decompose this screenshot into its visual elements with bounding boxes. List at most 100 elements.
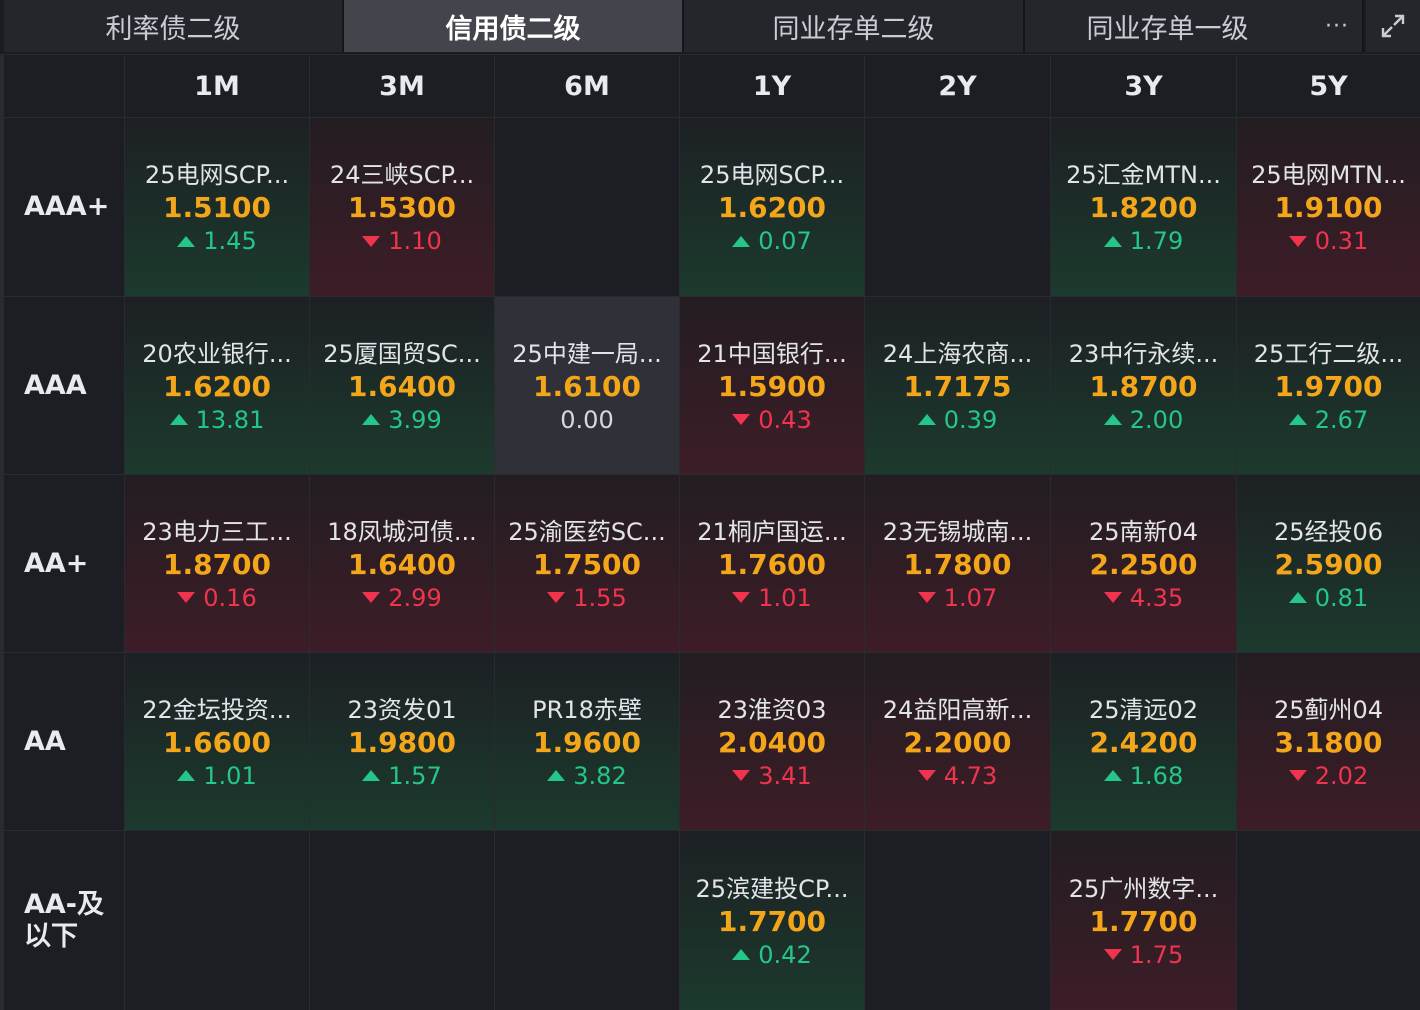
bond-cell[interactable]: PR18赤壁 1.9600 3.82 — [495, 653, 679, 830]
bond-name: 21桐庐国运... — [697, 517, 847, 546]
bond-yield: 2.4200 — [1089, 725, 1198, 759]
bond-cell[interactable]: 21桐庐国运... 1.7600 1.01 — [680, 475, 864, 652]
more-icon[interactable]: ··· — [1312, 0, 1362, 52]
bond-cell[interactable]: 25电网SCP... 1.5100 1.45 — [125, 118, 309, 296]
yield-change: 4.73 — [917, 760, 997, 792]
yield-change-value: 3.99 — [388, 405, 442, 434]
tab-ncd-secondary[interactable]: 同业存单二级 — [684, 0, 1025, 52]
bond-cell[interactable]: 25电网SCP... 1.6200 0.07 — [680, 118, 864, 296]
column-header-3y[interactable]: 3Y — [1051, 55, 1236, 117]
tab-rate-bond-secondary[interactable]: 利率债二级 — [4, 0, 344, 52]
bond-cell[interactable]: 25经投06 2.5900 0.81 — [1237, 475, 1420, 652]
yield-change: 2.00 — [1103, 404, 1183, 436]
empty-cell — [865, 118, 1050, 296]
bond-yield: 1.9100 — [1274, 191, 1383, 224]
bond-cell[interactable]: 25工行二级... 1.9700 2.67 — [1237, 297, 1420, 474]
yield-change-value: 0.07 — [758, 227, 812, 255]
column-header-5y[interactable]: 5Y — [1237, 55, 1420, 117]
bond-cell[interactable]: 25电网MTN... 1.9100 0.31 — [1237, 118, 1420, 296]
bond-name: PR18赤壁 — [532, 695, 642, 724]
bond-cell[interactable]: 25南新04 2.2500 4.35 — [1051, 475, 1236, 652]
row-header-rating: AA-及以下 — [4, 831, 124, 1010]
bond-cell[interactable]: 18凤城河债... 1.6400 2.99 — [310, 475, 494, 652]
bond-yield: 1.6200 — [162, 369, 272, 403]
bond-name: 25蓟州04 — [1273, 695, 1384, 724]
yield-change-value: 1.75 — [1129, 940, 1184, 969]
bond-cell[interactable]: 25滨建投CP... 1.7700 0.42 — [680, 831, 864, 1010]
yield-change: 0.16 — [177, 582, 257, 614]
expand-icon[interactable] — [1366, 0, 1420, 52]
bond-name: 25汇金MTN... — [1066, 161, 1221, 189]
bond-yield: 1.8700 — [162, 547, 272, 581]
bond-yield: 1.5300 — [347, 191, 457, 224]
triangle-down-icon — [1288, 770, 1307, 781]
bond-cell[interactable]: 21中国银行... 1.5900 0.43 — [680, 297, 864, 474]
bond-name: 23无锡城南... — [882, 517, 1033, 546]
bond-cell[interactable]: 25汇金MTN... 1.8200 1.79 — [1051, 118, 1236, 296]
bond-cell[interactable]: 23淮资03 2.0400 3.41 — [680, 653, 864, 830]
bond-cell[interactable]: 20农业银行... 1.6200 13.81 — [125, 297, 309, 474]
yield-change: 1.75 — [1103, 939, 1184, 971]
column-header-1m[interactable]: 1M — [125, 55, 309, 117]
bond-cell[interactable]: 25中建一局... 1.6100 0.00 — [495, 297, 679, 474]
bond-name: 18凤城河债... — [327, 517, 477, 546]
bond-cell[interactable]: 23电力三工... 1.8700 0.16 — [125, 475, 309, 652]
bond-cell[interactable]: 23资发01 1.9800 1.57 — [310, 653, 494, 830]
triangle-up-icon — [732, 235, 751, 247]
bond-name: 23电力三工... — [142, 517, 292, 546]
yield-change: 1.68 — [1103, 760, 1183, 792]
bond-yield: 3.1800 — [1274, 725, 1383, 759]
triangle-down-icon — [732, 592, 751, 603]
bond-name: 23淮资03 — [717, 695, 827, 724]
bond-name: 25中建一局... — [512, 339, 662, 368]
bond-cell[interactable]: 25厦国贸SC... 1.6400 3.99 — [310, 297, 494, 474]
triangle-down-icon — [732, 414, 751, 425]
empty-cell — [495, 831, 679, 1010]
tab-credit-bond-secondary[interactable]: 信用债二级 — [344, 0, 684, 52]
column-header-3m[interactable]: 3M — [310, 55, 494, 117]
yield-change: 0.43 — [732, 404, 812, 436]
yield-change: 1.10 — [362, 225, 442, 257]
bond-cell[interactable]: 24三峡SCP... 1.5300 1.10 — [310, 118, 494, 296]
bond-cell[interactable]: 23无锡城南... 1.7800 1.07 — [865, 475, 1050, 652]
empty-cell — [310, 831, 494, 1010]
bond-cell[interactable]: 25广州数字... 1.7700 1.75 — [1051, 831, 1236, 1010]
bond-cell[interactable]: 25清远02 2.4200 1.68 — [1051, 653, 1236, 830]
bond-cell[interactable]: 25蓟州04 3.1800 2.02 — [1237, 653, 1420, 830]
bond-cell[interactable]: 24益阳高新... 2.2000 4.73 — [865, 653, 1050, 830]
triangle-down-icon — [917, 592, 936, 603]
triangle-up-icon — [732, 949, 751, 960]
empty-cell — [1237, 831, 1420, 1010]
header-corner — [4, 55, 124, 117]
yield-grid: 1M 3M 6M 1Y 2Y 3Y 5Y AAA+ 25电网SCP... 1.5100 1.45 24… — [0, 54, 1420, 1010]
yield-change-value: 1.01 — [203, 761, 257, 790]
bond-yield: 1.7175 — [903, 369, 1012, 403]
bond-cell[interactable]: 22金坛投资... 1.6600 1.01 — [125, 653, 309, 830]
bond-name: 23资发01 — [347, 695, 457, 724]
yield-change-value: 0.43 — [758, 405, 812, 434]
yield-change-value: 3.82 — [573, 761, 627, 790]
yield-change: 1.01 — [732, 582, 812, 614]
bond-yield: 1.6400 — [347, 369, 457, 403]
bond-yield: 2.2000 — [903, 725, 1012, 759]
bond-cell[interactable]: 24上海农商... 1.7175 0.39 — [865, 297, 1050, 474]
yield-change-value: 1.79 — [1129, 227, 1184, 255]
bond-yield: 1.7600 — [717, 547, 827, 581]
bond-yield: 1.7800 — [903, 547, 1012, 581]
bond-yield: 1.9800 — [347, 725, 457, 759]
row-header-rating: AAA — [4, 297, 124, 474]
triangle-up-icon — [917, 414, 936, 425]
bond-cell[interactable]: 25渝医药SC... 1.7500 1.55 — [495, 475, 679, 652]
column-header-1y[interactable]: 1Y — [680, 55, 864, 117]
column-header-2y[interactable]: 2Y — [865, 55, 1050, 117]
bond-name: 25清远02 — [1088, 695, 1199, 724]
yield-change: 1.55 — [547, 582, 627, 614]
yield-change-value: 4.35 — [1129, 583, 1184, 612]
bond-yield: 1.9600 — [532, 725, 642, 759]
triangle-down-icon — [547, 592, 566, 603]
column-header-6m[interactable]: 6M — [495, 55, 679, 117]
bond-cell[interactable]: 23中行永续... 1.8700 2.00 — [1051, 297, 1236, 474]
bond-yield: 1.6400 — [347, 547, 457, 581]
yield-change-value: 1.45 — [203, 227, 257, 255]
triangle-down-icon — [732, 770, 751, 781]
